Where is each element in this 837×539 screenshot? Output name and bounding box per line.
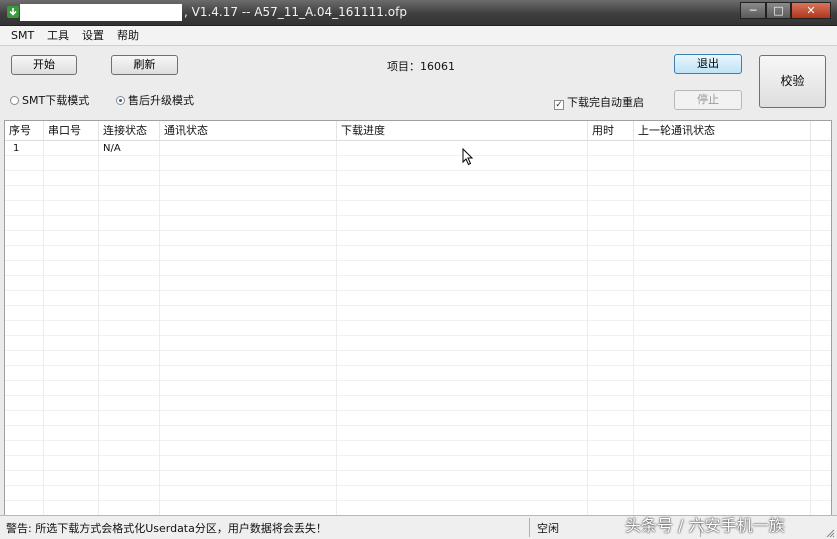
table-body <box>5 141 831 516</box>
radio-unselected-icon <box>10 96 19 105</box>
column-divider <box>159 141 160 516</box>
column-header-last-comm[interactable]: 上一轮通讯状态 <box>634 121 811 140</box>
status-state: 空闲 <box>537 522 559 535</box>
column-divider <box>633 141 634 516</box>
table-header: 序号 串口号 连接状态 通讯状态 下载进度 用时 上一轮通讯状态 <box>5 121 831 141</box>
row-1-index: 1 <box>13 143 20 154</box>
verify-button[interactable]: 校验 <box>759 55 826 108</box>
window-title: , V1.4.17 -- A57_11_A.04_161111.ofp <box>184 5 407 19</box>
auto-reboot-checkbox[interactable]: ✓ 下载完自动重启 <box>554 94 644 110</box>
column-divider <box>587 141 588 516</box>
column-header-port[interactable]: 串口号 <box>44 121 99 140</box>
exit-button[interactable]: 退出 <box>674 54 742 74</box>
resize-grip-icon[interactable] <box>825 528 835 538</box>
download-arrow-icon <box>7 6 19 18</box>
watermark: 头条号 / 六安手机一族 <box>625 516 785 535</box>
aftersale-mode-radio[interactable]: 售后升级模式 <box>116 92 194 108</box>
stop-button[interactable]: 停止 <box>674 90 742 110</box>
aftersale-mode-label: 售后升级模式 <box>128 94 194 107</box>
mouse-cursor-icon <box>462 148 474 166</box>
menu-smt[interactable]: SMT <box>11 28 34 43</box>
smt-mode-label: SMT下载模式 <box>22 94 90 107</box>
app-window: , V1.4.17 -- A57_11_A.04_161111.ofp ─ □ … <box>0 0 837 539</box>
column-header-comm[interactable]: 通讯状态 <box>160 121 337 140</box>
radio-selected-icon <box>116 96 125 105</box>
minimize-button[interactable]: ─ <box>740 2 766 19</box>
column-header-time[interactable]: 用时 <box>588 121 634 140</box>
warning-message: 警告: 所选下载方式会格式化Userdata分区，用户数据将会丢失！ <box>6 522 327 535</box>
status-divider <box>529 518 530 537</box>
title-bar[interactable]: , V1.4.17 -- A57_11_A.04_161111.ofp ─ □ … <box>0 0 837 26</box>
row-1-connection: N/A <box>103 143 121 154</box>
project-label: 项目：16061 <box>387 60 455 73</box>
column-divider <box>43 141 44 516</box>
column-header-connection[interactable]: 连接状态 <box>99 121 160 140</box>
menu-settings[interactable]: 设置 <box>82 28 104 43</box>
maximize-button[interactable]: □ <box>766 2 791 19</box>
column-divider <box>98 141 99 516</box>
menu-tools[interactable]: 工具 <box>47 28 69 43</box>
column-divider <box>810 141 811 516</box>
redacted-title-area <box>20 4 182 21</box>
close-button[interactable]: ✕ <box>791 2 831 19</box>
auto-reboot-label: 下载完自动重启 <box>567 96 644 109</box>
smt-mode-radio[interactable]: SMT下载模式 <box>10 92 89 108</box>
checkbox-checked-icon: ✓ <box>554 100 564 110</box>
toolbar: 开始 刷新 项目：16061 退出 校验 停止 SMT下载模式 售后升级模式 ✓… <box>0 46 837 120</box>
column-header-index[interactable]: 序号 <box>5 121 44 140</box>
refresh-button[interactable]: 刷新 <box>111 55 178 75</box>
column-divider <box>336 141 337 516</box>
menu-help[interactable]: 帮助 <box>117 28 139 43</box>
start-button[interactable]: 开始 <box>11 55 77 75</box>
device-table[interactable]: 序号 串口号 连接状态 通讯状态 下载进度 用时 上一轮通讯状态 1 N/A <box>4 120 832 517</box>
menu-bar: SMT 工具 设置 帮助 <box>0 26 837 46</box>
column-header-progress[interactable]: 下载进度 <box>337 121 588 140</box>
